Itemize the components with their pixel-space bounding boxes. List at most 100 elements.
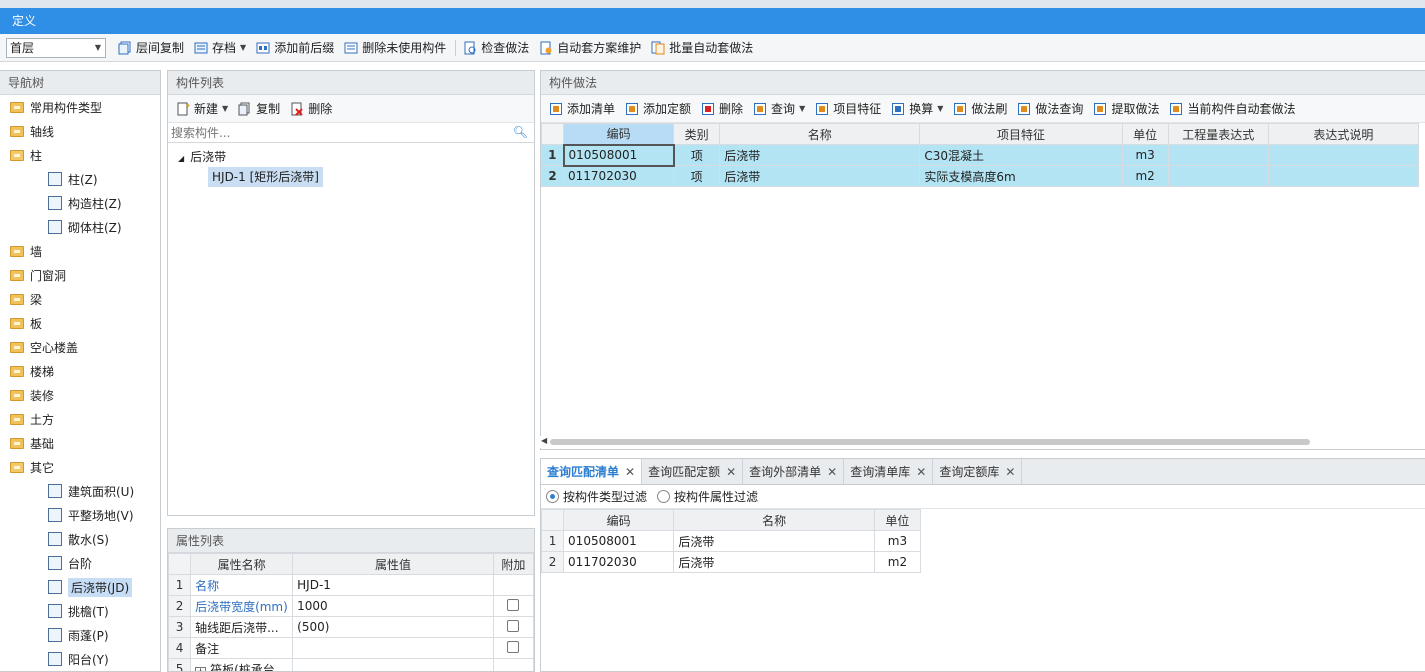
query-tab[interactable]: 查询匹配定额 ✕ — [642, 459, 744, 484]
nav-item[interactable]: 后浇带(JD) — [0, 575, 160, 599]
query-code-cell[interactable]: 010508001 — [563, 530, 675, 552]
nav-item[interactable]: 基础 — [0, 431, 160, 455]
delete-component-button[interactable]: 删除 — [286, 98, 338, 120]
nav-item[interactable]: 板 — [0, 311, 160, 335]
component-item-hjd-1[interactable]: HJD-1 [矩形后浇带] — [208, 167, 323, 187]
property-row[interactable]: 2 后浇带宽度(mm) 1000 — [168, 595, 534, 617]
query-unit-cell[interactable]: m3 — [873, 530, 922, 552]
floor-select[interactable]: 首层 ▼ — [6, 37, 106, 58]
method-brush-button[interactable]: 做法刷 — [949, 98, 1013, 120]
name-cell[interactable]: 后浇带 — [719, 165, 921, 187]
delete-method-button[interactable]: 删除 — [697, 98, 749, 120]
close-icon[interactable]: ✕ — [916, 465, 926, 479]
nav-item[interactable]: 平整场地(V) — [0, 503, 160, 527]
property-value-cell[interactable]: (500) — [292, 616, 494, 638]
component-search-input[interactable] — [171, 125, 501, 140]
query-button[interactable]: 查询 ▼ — [749, 98, 811, 120]
new-component-button[interactable]: ✦ 新建 ▼ — [172, 98, 234, 120]
method-row[interactable]: 2 011702030 项后浇带 实际支模高度6m m2 — [541, 165, 1420, 187]
scrollbar-thumb[interactable] — [550, 439, 1310, 445]
nav-item[interactable]: 门窗洞 — [0, 263, 160, 287]
nav-item[interactable]: 土方 — [0, 407, 160, 431]
component-group[interactable]: ◢ 后浇带 — [168, 147, 534, 167]
layer-copy-button[interactable]: 层间复制 — [114, 37, 190, 59]
archive-button[interactable]: 存档 ▼ — [190, 37, 252, 59]
extra-checkbox[interactable] — [507, 640, 520, 653]
search-icon[interactable]: 🔍︎ — [513, 125, 528, 139]
query-row[interactable]: 1 010508001 后浇带 m3 — [541, 530, 922, 552]
close-icon[interactable]: ✕ — [726, 465, 736, 479]
batch-auto-button[interactable]: 批量自动套做法 — [647, 37, 759, 59]
nav-item[interactable]: 柱 — [0, 143, 160, 167]
check-method-button[interactable]: 检查做法 — [459, 37, 535, 59]
property-value-cell[interactable]: 1000 — [292, 595, 494, 617]
feature-cell[interactable]: 实际支模高度6m — [919, 165, 1123, 187]
expression-desc-cell[interactable] — [1267, 165, 1420, 187]
category-cell[interactable]: 项 — [673, 165, 721, 187]
nav-item[interactable]: 挑檐(T) — [0, 599, 160, 623]
auto-scheme-button[interactable]: 自动套方案维护 — [535, 37, 647, 59]
unit-cell[interactable]: m3 — [1121, 144, 1169, 166]
radio-selected-icon[interactable] — [546, 490, 559, 503]
filter-by-attr-radio[interactable]: 按构件属性过滤 — [657, 488, 758, 505]
nav-item[interactable]: 构造柱(Z) — [0, 191, 160, 215]
property-row[interactable]: 4 备注 — [168, 637, 534, 659]
nav-item[interactable]: 台阶 — [0, 551, 160, 575]
delete-unused-button[interactable]: 删除未使用构件 — [340, 37, 452, 59]
scroll-left-icon[interactable]: ◀ — [541, 436, 547, 445]
nav-item[interactable]: 雨蓬(P) — [0, 623, 160, 647]
expression-desc-cell[interactable] — [1267, 144, 1420, 166]
query-name-cell[interactable]: 后浇带 — [673, 551, 875, 573]
close-icon[interactable]: ✕ — [827, 465, 837, 479]
nav-item[interactable]: 散水(S) — [0, 527, 160, 551]
expression-desc-header[interactable]: 表达式说明 — [1267, 123, 1420, 145]
query-name-cell[interactable]: 后浇带 — [673, 530, 875, 552]
property-value-cell[interactable] — [292, 637, 494, 659]
nav-item[interactable]: 轴线 — [0, 119, 160, 143]
nav-item[interactable]: 阳台(Y) — [0, 647, 160, 671]
copy-component-button[interactable]: 复制 — [234, 98, 286, 120]
add-quota-button[interactable]: 添加定额 — [621, 98, 697, 120]
query-tab[interactable]: 查询匹配清单 ✕ — [541, 459, 643, 484]
property-value-cell[interactable]: HJD-1 — [292, 574, 494, 596]
expression-cell[interactable] — [1167, 144, 1269, 166]
nav-item[interactable]: 建筑面积(U) — [0, 479, 160, 503]
collapse-triangle-icon[interactable]: ◢ — [178, 154, 184, 163]
nav-item[interactable]: 砌体柱(Z) — [0, 215, 160, 239]
add-prefix-button[interactable]: 添加前后缀 — [252, 37, 340, 59]
category-cell[interactable]: 项 — [673, 144, 721, 166]
property-row[interactable]: 5 + 筏板(桩承台... — [168, 658, 534, 671]
nav-item[interactable]: 常用构件类型 — [0, 95, 160, 119]
name-cell[interactable]: 后浇带 — [719, 144, 921, 166]
query-tab[interactable]: 查询清单库 ✕ — [844, 459, 934, 484]
code-cell[interactable]: 011702030 — [563, 165, 675, 187]
feature-header[interactable]: 项目特征 — [919, 123, 1123, 145]
nav-item[interactable]: 装修 — [0, 383, 160, 407]
expression-cell[interactable] — [1167, 165, 1269, 187]
property-row[interactable]: 3 轴线距后浇带... (500) — [168, 616, 534, 638]
nav-item[interactable]: 其它 — [0, 455, 160, 479]
extra-checkbox[interactable] — [507, 619, 520, 632]
property-value-cell[interactable] — [292, 658, 494, 671]
name-header[interactable]: 名称 — [719, 123, 921, 145]
extra-checkbox[interactable] — [507, 598, 520, 611]
query-tab[interactable]: 查询外部清单 ✕ — [743, 459, 845, 484]
nav-item[interactable]: 梁 — [0, 287, 160, 311]
query-row[interactable]: 2 011702030 后浇带 m2 — [541, 551, 922, 573]
unit-cell[interactable]: m2 — [1121, 165, 1169, 187]
category-header[interactable]: 类别 — [673, 123, 721, 145]
method-query-button[interactable]: 做法查询 — [1013, 98, 1089, 120]
horizontal-scrollbar[interactable]: ◀ — [540, 436, 1425, 448]
convert-button[interactable]: 换算 ▼ — [887, 98, 949, 120]
code-header[interactable]: 编码 — [563, 123, 675, 145]
query-code-cell[interactable]: 011702030 — [563, 551, 675, 573]
close-icon[interactable]: ✕ — [1005, 465, 1015, 479]
code-cell[interactable]: 010508001 — [562, 143, 675, 167]
add-list-button[interactable]: 添加清单 — [545, 98, 621, 120]
nav-item[interactable]: 楼梯 — [0, 359, 160, 383]
expand-icon[interactable]: + — [195, 666, 207, 671]
auto-apply-button[interactable]: 当前构件自动套做法 — [1165, 98, 1301, 120]
close-icon[interactable]: ✕ — [625, 465, 635, 479]
query-unit-cell[interactable]: m2 — [873, 551, 922, 573]
feature-button[interactable]: 项目特征 — [811, 98, 887, 120]
